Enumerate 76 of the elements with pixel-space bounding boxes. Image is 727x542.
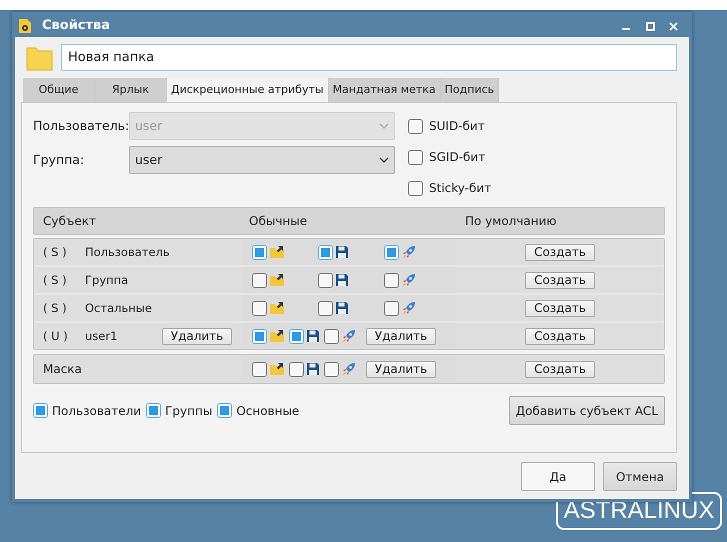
checkbox-label: SUID-бит xyxy=(429,118,485,135)
checkbox[interactable] xyxy=(324,328,339,344)
cancel-button[interactable]: Отмена xyxy=(603,462,677,491)
dropdown[interactable]: user xyxy=(129,146,395,174)
name-field[interactable]: Новая папка xyxy=(61,44,677,71)
add-subject-button[interactable]: Добавить субъект ACL xyxy=(508,396,665,425)
ok-button[interactable]: Да xyxy=(521,462,595,491)
checkbox[interactable] xyxy=(252,362,267,376)
create-button[interactable]: Создать xyxy=(525,272,595,288)
create-button[interactable]: Создать xyxy=(525,328,595,344)
subject-name: Остальные xyxy=(85,300,153,316)
checkbox[interactable] xyxy=(408,180,423,196)
delete-button[interactable]: Удалить xyxy=(366,328,436,344)
maximize-icon[interactable] xyxy=(646,22,655,30)
checkbox[interactable] xyxy=(384,244,399,260)
checkbox[interactable] xyxy=(318,272,333,288)
checkbox[interactable] xyxy=(252,244,267,260)
checkbox-label: Группы xyxy=(165,402,212,420)
checkbox[interactable] xyxy=(289,328,304,344)
checkbox[interactable] xyxy=(33,403,48,418)
create-button[interactable]: Создать xyxy=(525,360,595,378)
rocket-icon xyxy=(341,362,356,376)
checkbox-label: Основные xyxy=(236,402,300,420)
tab[interactable]: Ярлык xyxy=(95,78,167,102)
rocket-icon xyxy=(401,244,416,260)
folder-icon xyxy=(269,301,285,315)
subject-name: Маска xyxy=(42,361,83,378)
subject-name: Пользователь xyxy=(85,244,171,260)
rocket-icon xyxy=(401,272,416,288)
subject-name: Группа xyxy=(85,272,130,288)
tab[interactable]: Общие xyxy=(23,78,95,102)
rocket-icon xyxy=(341,328,356,344)
delete-button[interactable]: Удалить xyxy=(366,360,436,378)
field-label: Группа: xyxy=(33,150,86,169)
checkbox[interactable] xyxy=(318,300,333,316)
delete-button[interactable]: Удалить xyxy=(162,328,232,344)
create-button[interactable]: Создать xyxy=(525,244,595,260)
properties-icon xyxy=(18,18,32,34)
tab[interactable]: Подпись xyxy=(440,78,500,102)
close-icon[interactable] xyxy=(669,22,678,30)
column-header: Обычные xyxy=(248,213,308,230)
folder-icon xyxy=(269,329,285,343)
subject-type: ( S ) xyxy=(43,300,68,316)
checkbox-label: Пользователи xyxy=(52,402,142,420)
checkbox[interactable] xyxy=(408,150,423,164)
checkbox[interactable] xyxy=(384,300,399,316)
subject-type: ( S ) xyxy=(43,244,68,260)
tab[interactable]: Дискреционные атрибуты xyxy=(167,78,329,102)
folder-icon xyxy=(269,273,285,287)
checkbox[interactable] xyxy=(252,300,267,316)
checkbox-label: Sticky-бит xyxy=(429,180,492,197)
checkbox[interactable] xyxy=(384,272,399,288)
checkbox[interactable] xyxy=(408,118,423,134)
folder-icon xyxy=(269,362,285,376)
checkbox-label: SGID-бит xyxy=(429,149,486,166)
column-header: По умолчанию xyxy=(464,213,558,230)
checkbox[interactable] xyxy=(324,362,339,376)
checkbox[interactable] xyxy=(252,272,267,288)
tab[interactable]: Мандатная метка xyxy=(328,78,441,102)
window-title: Свойства xyxy=(42,17,110,36)
checkbox[interactable] xyxy=(318,244,333,260)
checkbox[interactable] xyxy=(146,403,162,418)
chevron-down-icon xyxy=(379,123,389,129)
rocket-icon xyxy=(401,300,416,316)
checkbox[interactable] xyxy=(289,362,304,376)
checkbox[interactable] xyxy=(252,328,267,344)
folder-icon xyxy=(269,245,285,259)
subject-type: ( U ) xyxy=(43,328,69,344)
subject-name: user1 xyxy=(85,328,118,344)
subject-type: ( S ) xyxy=(43,272,68,288)
folder-icon xyxy=(26,44,53,70)
checkbox[interactable] xyxy=(217,403,232,418)
chevron-down-icon xyxy=(379,157,389,163)
create-button[interactable]: Создать xyxy=(525,300,595,316)
column-header: Субъект xyxy=(42,213,97,230)
field-label: Пользователь: xyxy=(33,116,129,135)
